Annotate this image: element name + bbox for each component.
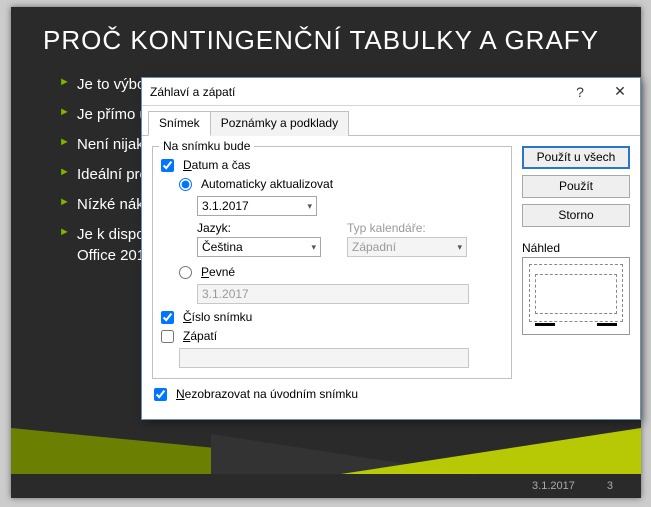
group-title: Na snímku bude	[159, 139, 254, 153]
include-on-slide-group: Na snímku bude Datum a čas Automaticky a…	[152, 146, 512, 379]
chevron-down-icon: ▾	[311, 242, 316, 253]
apply-all-button[interactable]: Použít u všech	[522, 146, 630, 169]
language-select[interactable]: Čeština ▾	[197, 237, 321, 257]
auto-update-radio[interactable]	[179, 178, 192, 191]
slide-title: PROČ KONTINGENČNÍ TABULKY A GRAFY	[11, 7, 641, 56]
calendar-type-select: Západní ▾	[347, 237, 467, 257]
dialog-tabs: Snímek Poznámky a podklady	[142, 106, 640, 136]
slide-number-label: Číslo snímku	[183, 310, 252, 324]
fixed-date-input	[197, 284, 469, 304]
datetime-checkbox[interactable]	[161, 159, 174, 172]
auto-update-label: Automaticky aktualizovat	[201, 177, 333, 191]
footer-page-number: 3	[607, 480, 613, 492]
hide-on-title-label: Nezobrazovat na úvodním snímku	[176, 387, 358, 401]
help-button[interactable]: ?	[560, 78, 600, 105]
slide-number-checkbox[interactable]	[161, 311, 174, 324]
tab-notes[interactable]: Poznámky a podklady	[210, 111, 349, 136]
footer-checkbox[interactable]	[161, 330, 174, 343]
language-label: Jazyk:	[197, 221, 321, 235]
datetime-label: Datum a čas	[183, 158, 250, 172]
footer-text-input	[179, 348, 469, 368]
hide-on-title-checkbox[interactable]	[154, 388, 167, 401]
language-value: Čeština	[202, 240, 243, 254]
chevron-down-icon: ▾	[457, 242, 462, 253]
preview-label: Náhled	[522, 241, 630, 255]
date-format-value: 3.1.2017	[202, 199, 249, 213]
close-button[interactable]: ✕	[600, 78, 640, 105]
apply-button[interactable]: Použít	[522, 175, 630, 198]
date-format-select[interactable]: 3.1.2017 ▾	[197, 196, 317, 216]
cancel-button[interactable]: Storno	[522, 204, 630, 227]
dialog-titlebar: Záhlaví a zápatí ? ✕	[142, 78, 640, 106]
tab-slide[interactable]: Snímek	[148, 111, 211, 136]
fixed-radio[interactable]	[179, 266, 192, 279]
footer-date: 3.1.2017	[532, 480, 575, 492]
calendar-type-value: Západní	[352, 240, 396, 254]
calendar-type-label: Typ kalendáře:	[347, 221, 467, 235]
slide-decoration	[11, 428, 641, 474]
header-footer-dialog: Záhlaví a zápatí ? ✕ Snímek Poznámky a p…	[141, 77, 641, 420]
slide-footer: 3.1.2017 3	[11, 474, 641, 498]
help-icon: ?	[576, 84, 584, 100]
fixed-label: Pevné	[201, 265, 235, 279]
close-icon: ✕	[614, 83, 626, 100]
preview-thumbnail	[522, 257, 630, 335]
footer-label: Zápatí	[183, 329, 217, 343]
chevron-down-icon: ▾	[307, 201, 312, 212]
dialog-title: Záhlaví a zápatí	[150, 85, 560, 99]
